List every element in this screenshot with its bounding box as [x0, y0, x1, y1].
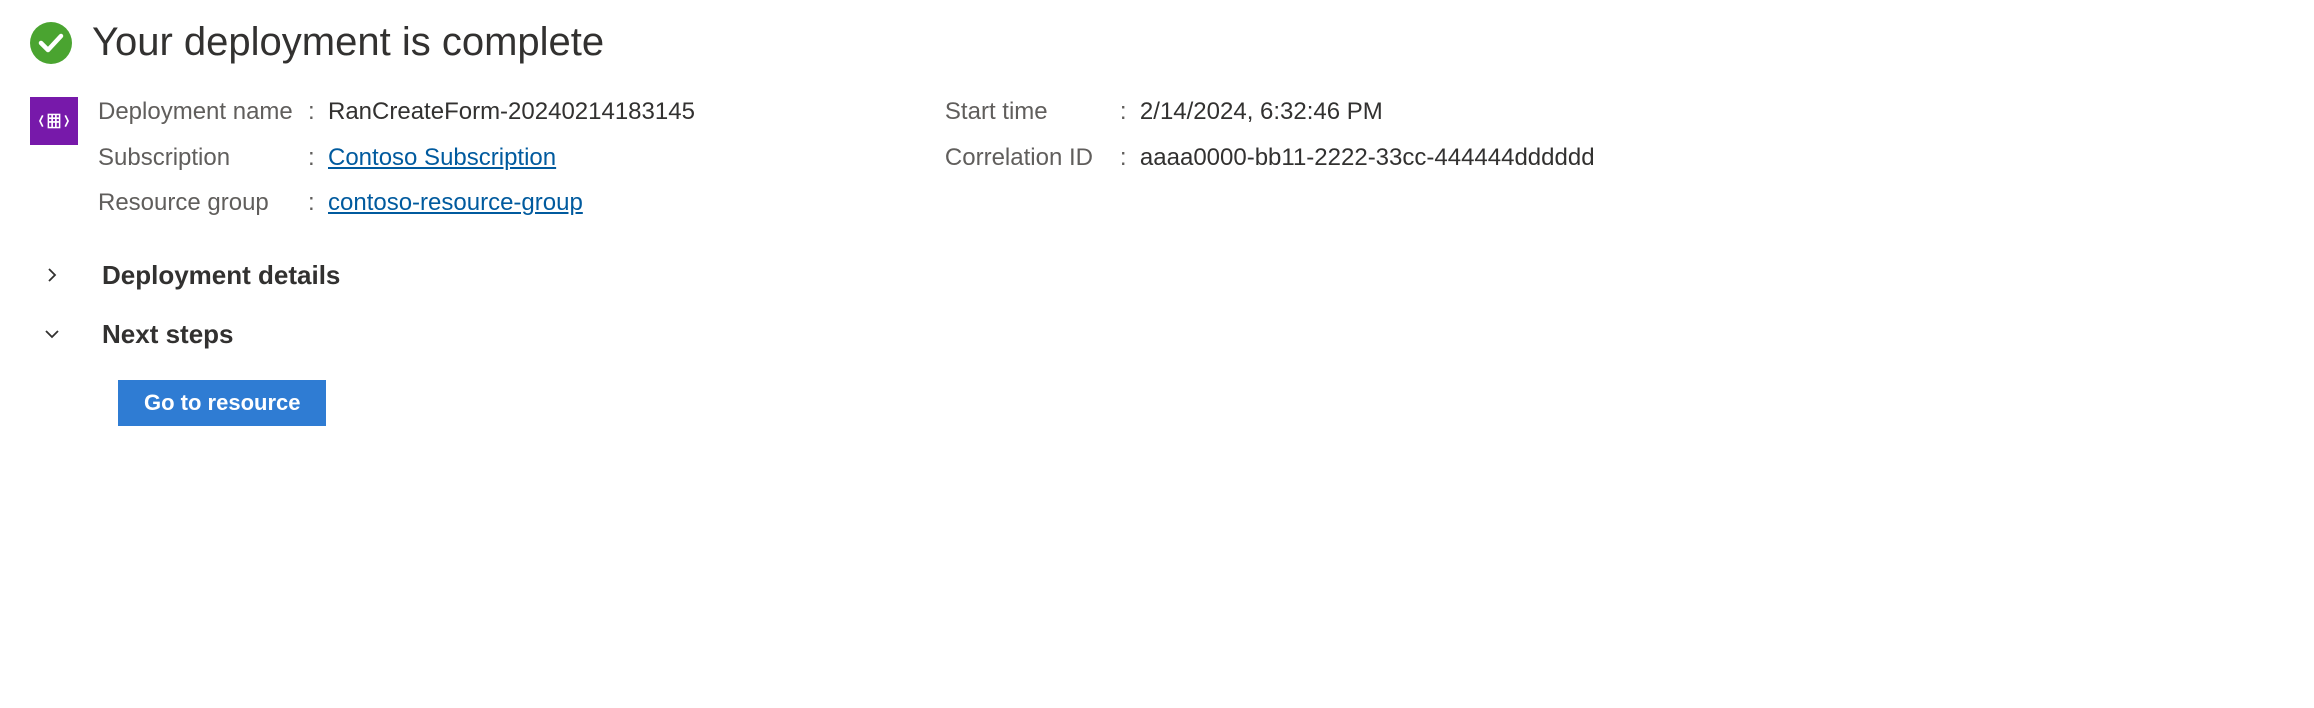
deployment-details-title: Deployment details — [102, 260, 340, 291]
correlation-id-value: aaaa0000-bb11-2222-33cc-444444dddddd — [1140, 141, 1595, 175]
go-to-resource-button[interactable]: Go to resource — [118, 380, 326, 426]
page-title: Your deployment is complete — [92, 20, 604, 65]
separator: : — [308, 186, 328, 220]
deployment-name-value: RanCreateForm-20240214183145 — [328, 95, 695, 129]
start-time-label: Start time — [945, 95, 1120, 129]
subscription-row: Subscription : Contoso Subscription — [98, 141, 695, 175]
separator: : — [308, 141, 328, 175]
subscription-link[interactable]: Contoso Subscription — [328, 141, 556, 175]
correlation-id-label: Correlation ID — [945, 141, 1120, 175]
start-time-row: Start time : 2/14/2024, 6:32:46 PM — [945, 95, 1595, 129]
next-steps-section: Next steps Go to resource — [30, 319, 2284, 426]
deployment-name-label: Deployment name — [98, 95, 308, 129]
info-col-right: Start time : 2/14/2024, 6:32:46 PM Corre… — [945, 95, 1595, 220]
resource-group-label: Resource group — [98, 186, 308, 220]
chevron-down-icon — [42, 324, 62, 344]
next-steps-content: Go to resource — [118, 380, 2284, 426]
separator: : — [1120, 95, 1140, 129]
info-columns: Deployment name : RanCreateForm-20240214… — [98, 95, 1595, 220]
arm-template-icon — [30, 97, 78, 145]
next-steps-title: Next steps — [102, 319, 234, 350]
info-col-left: Deployment name : RanCreateForm-20240214… — [98, 95, 695, 220]
success-check-icon — [30, 22, 72, 64]
header-row: Your deployment is complete — [30, 20, 2284, 65]
next-steps-toggle[interactable]: Next steps — [30, 319, 2284, 350]
separator: : — [1120, 141, 1140, 175]
resource-group-link[interactable]: contoso-resource-group — [328, 186, 583, 220]
deployment-details-section: Deployment details — [30, 260, 2284, 291]
deployment-info-container: Deployment name : RanCreateForm-20240214… — [30, 95, 2284, 220]
separator: : — [308, 95, 328, 129]
subscription-label: Subscription — [98, 141, 308, 175]
chevron-right-icon — [42, 265, 62, 285]
correlation-id-row: Correlation ID : aaaa0000-bb11-2222-33cc… — [945, 141, 1595, 175]
resource-group-row: Resource group : contoso-resource-group — [98, 186, 695, 220]
deployment-name-row: Deployment name : RanCreateForm-20240214… — [98, 95, 695, 129]
deployment-details-toggle[interactable]: Deployment details — [30, 260, 2284, 291]
start-time-value: 2/14/2024, 6:32:46 PM — [1140, 95, 1383, 129]
